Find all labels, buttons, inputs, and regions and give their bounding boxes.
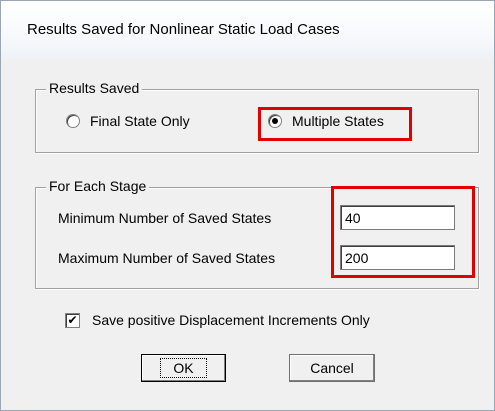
- dialog-window: Results Saved for Nonlinear Static Load …: [0, 0, 495, 411]
- for-each-stage-group-label: For Each Stage: [46, 178, 150, 194]
- cancel-button[interactable]: Cancel: [289, 354, 375, 382]
- ok-button[interactable]: OK: [141, 354, 226, 382]
- dialog-body: Results Saved Final State Only Multiple …: [11, 59, 485, 401]
- max-saved-states-label: Maximum Number of Saved States: [58, 250, 276, 266]
- positive-increments-label: Save positive Displacement Increments On…: [92, 312, 370, 328]
- min-saved-states-label: Minimum Number of Saved States: [58, 210, 272, 226]
- results-saved-group: Results Saved Final State Only Multiple …: [35, 80, 479, 153]
- title-bar[interactable]: Results Saved for Nonlinear Static Load …: [1, 1, 494, 59]
- highlight-box-multiple-states: [258, 107, 412, 141]
- positive-increments-checkbox[interactable]: ✔: [65, 312, 80, 328]
- window-title: Results Saved for Nonlinear Static Load …: [27, 21, 340, 38]
- positive-increments-option[interactable]: ✔ Save positive Displacement Increments …: [65, 312, 370, 328]
- results-saved-group-label: Results Saved: [46, 80, 143, 96]
- radio-final-state-only[interactable]: Final State Only: [66, 113, 190, 129]
- radio-final-state-indicator[interactable]: [66, 114, 80, 128]
- radio-final-state-label: Final State Only: [90, 113, 190, 129]
- highlight-box-saved-states-inputs: [331, 186, 475, 278]
- ok-button-label: OK: [160, 358, 207, 378]
